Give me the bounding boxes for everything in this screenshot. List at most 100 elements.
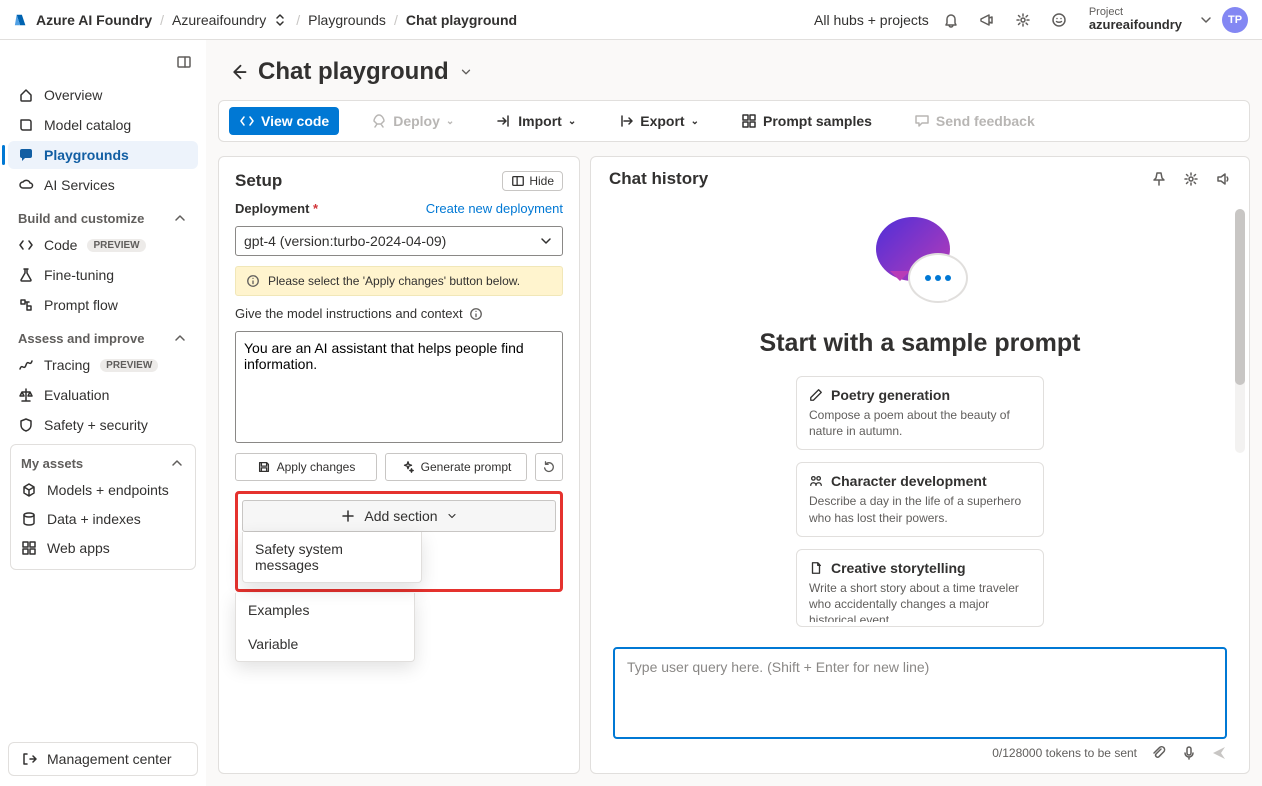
import-button[interactable]: Import⌄ (486, 107, 586, 135)
code-icon (18, 237, 34, 253)
sidebar-item-promptflow[interactable]: Prompt flow (8, 291, 198, 319)
book-icon (18, 117, 34, 133)
management-center-button[interactable]: Management center (8, 742, 198, 776)
megaphone-icon[interactable] (973, 6, 1001, 34)
gear-icon[interactable] (1183, 171, 1199, 187)
breadcrumb-current: Chat playground (406, 12, 517, 28)
sidebar-item-models[interactable]: Models + endpoints (11, 476, 195, 504)
hubs-link[interactable]: All hubs + projects (814, 12, 929, 28)
sample-card-story[interactable]: Creative storytelling Write a short stor… (796, 549, 1044, 627)
sidebar-group-build[interactable]: Build and customize (8, 200, 198, 230)
hide-button[interactable]: Hide (502, 171, 563, 191)
bell-icon[interactable] (937, 6, 965, 34)
sidebar-item-finetuning[interactable]: Fine-tuning (8, 261, 198, 289)
undo-icon (542, 460, 556, 474)
samples-icon (741, 113, 757, 129)
chat-panel: Chat history Start with a (590, 156, 1250, 774)
flow-icon (18, 297, 34, 313)
chevron-up-icon (172, 330, 188, 346)
plus-icon (340, 508, 356, 524)
breadcrumb-project[interactable]: Azureaifoundry (172, 12, 288, 28)
pen-icon (809, 388, 823, 402)
sidebar-group-assets[interactable]: My assets (11, 451, 195, 475)
sidebar-item-catalog[interactable]: Model catalog (8, 111, 198, 139)
sidebar-item-label: Data + indexes (47, 511, 141, 527)
sample-card-poetry[interactable]: Poetry generation Compose a poem about t… (796, 376, 1044, 450)
sidebar-item-aiservices[interactable]: AI Services (8, 171, 198, 199)
pin-icon[interactable] (1151, 171, 1167, 187)
sidebar-item-label: Models + endpoints (47, 482, 169, 498)
chevron-down-icon[interactable] (1198, 12, 1214, 28)
back-icon[interactable] (228, 62, 248, 82)
apply-changes-button[interactable]: Apply changes (235, 453, 377, 481)
info-icon (246, 274, 260, 288)
smile-icon[interactable] (1045, 6, 1073, 34)
sample-cards: Poetry generation Compose a poem about t… (796, 376, 1044, 627)
add-section-button[interactable]: Add section (242, 500, 556, 532)
brand-label: Azure AI Foundry (36, 12, 152, 28)
sidebar-item-overview[interactable]: Overview (8, 81, 198, 109)
info-icon (469, 307, 483, 321)
chevron-down-icon (446, 510, 458, 522)
home-icon (18, 87, 34, 103)
sidebar-item-playgrounds[interactable]: Playgrounds (8, 141, 198, 169)
panel-icon (511, 174, 525, 188)
mic-icon[interactable] (1181, 745, 1197, 761)
deployment-select[interactable]: gpt-4 (version:turbo-2024-04-09) (235, 226, 563, 256)
chevron-down-icon[interactable] (459, 65, 473, 79)
sidebar-item-tracing[interactable]: Tracing PREVIEW (8, 351, 198, 379)
generate-prompt-button[interactable]: Generate prompt (385, 453, 527, 481)
breadcrumb-project-label: Azureaifoundry (172, 12, 266, 28)
view-code-button[interactable]: View code (229, 107, 339, 135)
chat-input[interactable]: Type user query here. (Shift + Enter for… (613, 647, 1227, 739)
system-message-input[interactable] (235, 331, 563, 443)
sidebar-item-label: Tracing (44, 357, 90, 373)
scale-icon (18, 387, 34, 403)
exit-icon (21, 751, 37, 767)
sidebar-item-data[interactable]: Data + indexes (11, 505, 195, 533)
chevron-up-icon (172, 210, 188, 226)
panel-toggle-icon[interactable] (176, 54, 192, 70)
scrollbar-thumb[interactable] (1235, 209, 1245, 385)
attach-icon[interactable] (1151, 745, 1167, 761)
sidebar-item-webapps[interactable]: Web apps (11, 534, 195, 562)
rocket-icon (371, 113, 387, 129)
chevron-up-icon (169, 455, 185, 471)
cloud-icon (18, 177, 34, 193)
create-deployment-link[interactable]: Create new deployment (426, 201, 563, 216)
save-icon (257, 460, 271, 474)
sample-card-character[interactable]: Character development Describe a day in … (796, 462, 1044, 536)
menu-item-variable[interactable]: Variable (236, 627, 414, 661)
scrollbar[interactable] (1235, 209, 1245, 453)
token-count: 0/128000 tokens to be sent (992, 746, 1137, 760)
sidebar-item-evaluation[interactable]: Evaluation (8, 381, 198, 409)
add-section-menu-rest: Examples Variable (235, 593, 415, 662)
apply-notice: Please select the 'Apply changes' button… (235, 266, 563, 296)
sidebar-item-safety[interactable]: Safety + security (8, 411, 198, 439)
deploy-button: Deploy⌄ (361, 107, 464, 135)
hero-title: Start with a sample prompt (760, 329, 1081, 358)
toolbar: View code Deploy⌄ Import⌄ Export⌄ Prompt… (218, 100, 1250, 142)
reset-button[interactable] (535, 453, 563, 481)
sidebar-item-code[interactable]: Code PREVIEW (8, 231, 198, 259)
export-button[interactable]: Export⌄ (608, 107, 709, 135)
sidebar-group-assess[interactable]: Assess and improve (8, 320, 198, 350)
project-selector[interactable]: Project azureaifoundry (1089, 6, 1182, 32)
page-title: Chat playground (218, 58, 1250, 86)
speaker-icon[interactable] (1215, 171, 1231, 187)
prompt-samples-button[interactable]: Prompt samples (731, 107, 882, 135)
project-value: azureaifoundry (1089, 18, 1182, 32)
shield-icon (18, 417, 34, 433)
brand[interactable]: Azure AI Foundry (14, 12, 152, 28)
breadcrumb-playgrounds[interactable]: Playgrounds (308, 12, 386, 28)
chat-title: Chat history (609, 169, 708, 189)
sparkle-icon (401, 460, 415, 474)
deployment-value: gpt-4 (version:turbo-2024-04-09) (244, 233, 446, 249)
send-icon[interactable] (1211, 745, 1227, 761)
flask-icon (18, 267, 34, 283)
updown-icon (272, 12, 288, 28)
avatar[interactable]: TP (1222, 7, 1248, 33)
menu-item-examples[interactable]: Examples (236, 593, 414, 627)
gear-icon[interactable] (1009, 6, 1037, 34)
menu-item-safety[interactable]: Safety system messages (243, 532, 421, 582)
